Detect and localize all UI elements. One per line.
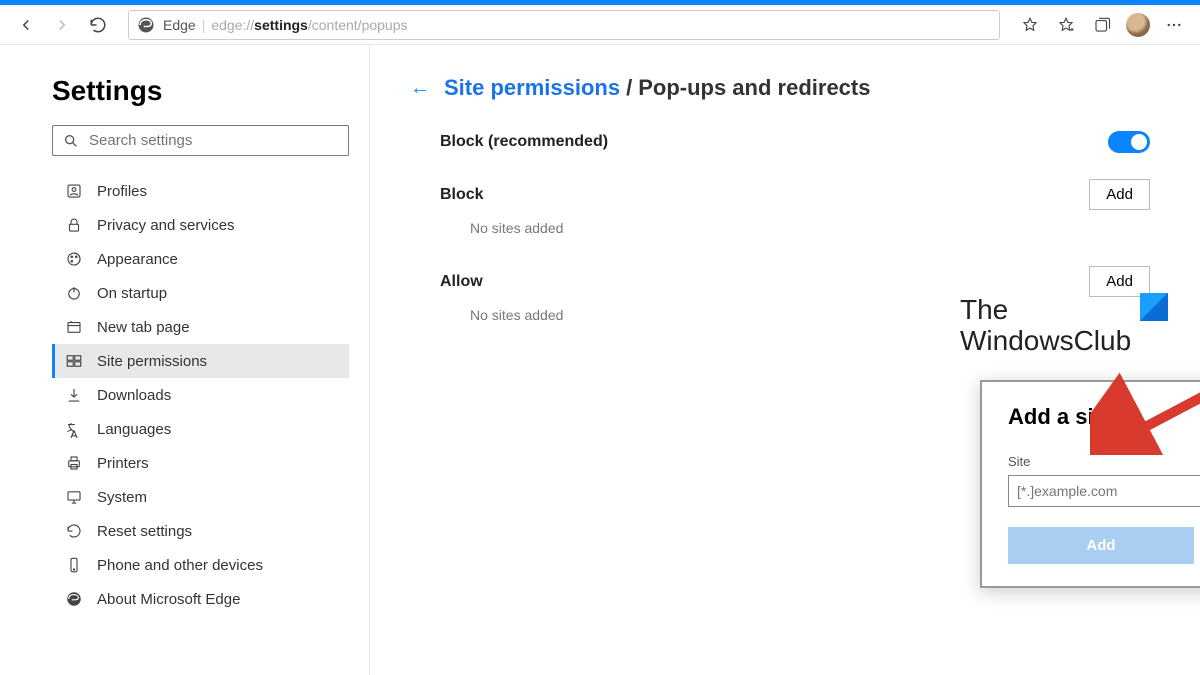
allow-add-button[interactable]: Add	[1089, 266, 1150, 297]
sidebar-item-label: Appearance	[97, 251, 178, 268]
sidebar-item-label: About Microsoft Edge	[97, 591, 240, 608]
breadcrumb: ← Site permissions / Pop-ups and redirec…	[410, 75, 1160, 101]
sidebar-item-label: Privacy and services	[97, 217, 235, 234]
dialog-add-button[interactable]: Add	[1008, 527, 1194, 564]
settings-title: Settings	[52, 75, 349, 107]
site-url-input[interactable]	[1008, 475, 1200, 507]
url-prefix: edge://	[211, 17, 254, 33]
sidebar-item-site-permissions[interactable]: Site permissions	[52, 344, 349, 378]
profile-avatar[interactable]	[1122, 9, 1154, 41]
newtab-icon	[65, 318, 83, 336]
search-icon	[63, 133, 79, 149]
favorite-star-icon[interactable]	[1014, 9, 1046, 41]
block-section-row: Block Add	[410, 179, 1160, 210]
address-brand: Edge	[163, 17, 196, 33]
permissions-icon	[65, 352, 83, 370]
block-no-sites: No sites added	[410, 220, 1160, 236]
lock-icon	[65, 216, 83, 234]
add-site-dialog: ✕ Add a site Site Add Cancel	[980, 380, 1200, 588]
url-segment: settings	[254, 17, 308, 33]
sidebar-item-label: New tab page	[97, 319, 190, 336]
sidebar-item-languages[interactable]: Languages	[52, 412, 349, 446]
forward-button[interactable]	[46, 9, 78, 41]
system-icon	[65, 488, 83, 506]
edge-icon	[137, 16, 155, 34]
dialog-title: Add a site	[1008, 404, 1200, 430]
dialog-field-label: Site	[1008, 454, 1200, 469]
allow-label: Allow	[440, 273, 483, 291]
sidebar-item-privacy-and-services[interactable]: Privacy and services	[52, 208, 349, 242]
reset-icon	[65, 522, 83, 540]
sidebar-item-label: Languages	[97, 421, 171, 438]
url-suffix: /content/popups	[308, 17, 408, 33]
allow-no-sites: No sites added	[410, 307, 1160, 323]
breadcrumb-link[interactable]: Site permissions	[444, 75, 620, 101]
address-bar[interactable]: Edge | edge://settings/content/popups	[128, 10, 1000, 40]
browser-toolbar: Edge | edge://settings/content/popups	[0, 5, 1200, 45]
search-settings[interactable]	[52, 125, 349, 156]
allow-section-row: Allow Add	[410, 266, 1160, 297]
favorites-add-icon[interactable]	[1050, 9, 1082, 41]
sidebar-item-label: Site permissions	[97, 353, 207, 370]
settings-sidebar: Settings Profiles Privacy and services App…	[0, 45, 370, 675]
sidebar-item-phone-and-other-devices[interactable]: Phone and other devices	[52, 548, 349, 582]
sidebar-item-system[interactable]: System	[52, 480, 349, 514]
sidebar-item-label: Phone and other devices	[97, 557, 263, 574]
sidebar-item-on-startup[interactable]: On startup	[52, 276, 349, 310]
sidebar-item-label: Reset settings	[97, 523, 192, 540]
watermark-text: The WindowsClub	[960, 295, 1131, 357]
sidebar-item-appearance[interactable]: Appearance	[52, 242, 349, 276]
phone-icon	[65, 556, 83, 574]
settings-nav: Profiles Privacy and services Appearance On…	[52, 174, 349, 616]
search-input[interactable]	[89, 132, 338, 149]
printer-icon	[65, 454, 83, 472]
collections-icon[interactable]	[1086, 9, 1118, 41]
block-recommended-row: Block (recommended)	[410, 131, 1160, 153]
sidebar-item-label: Printers	[97, 455, 149, 472]
download-icon	[65, 386, 83, 404]
block-add-button[interactable]: Add	[1089, 179, 1150, 210]
sidebar-item-label: System	[97, 489, 147, 506]
power-icon	[65, 284, 83, 302]
language-icon	[65, 420, 83, 438]
sidebar-item-label: Downloads	[97, 387, 171, 404]
sidebar-item-label: On startup	[97, 285, 167, 302]
sidebar-item-about-microsoft-edge[interactable]: About Microsoft Edge	[52, 582, 349, 616]
appearance-icon	[65, 250, 83, 268]
sidebar-item-printers[interactable]: Printers	[52, 446, 349, 480]
sidebar-item-downloads[interactable]: Downloads	[52, 378, 349, 412]
sidebar-item-profiles[interactable]: Profiles	[52, 174, 349, 208]
block-toggle[interactable]	[1108, 131, 1150, 153]
back-button[interactable]	[10, 9, 42, 41]
edge-icon	[65, 590, 83, 608]
sidebar-item-label: Profiles	[97, 183, 147, 200]
block-label: Block	[440, 186, 484, 204]
refresh-button[interactable]	[82, 9, 114, 41]
profiles-icon	[65, 182, 83, 200]
settings-main: ← Site permissions / Pop-ups and redirec…	[370, 45, 1200, 675]
breadcrumb-current: Pop-ups and redirects	[638, 75, 870, 101]
block-recommended-label: Block (recommended)	[440, 133, 608, 151]
sidebar-item-reset-settings[interactable]: Reset settings	[52, 514, 349, 548]
breadcrumb-back-icon[interactable]: ←	[410, 77, 430, 100]
sidebar-item-new-tab-page[interactable]: New tab page	[52, 310, 349, 344]
more-menu-icon[interactable]	[1158, 9, 1190, 41]
